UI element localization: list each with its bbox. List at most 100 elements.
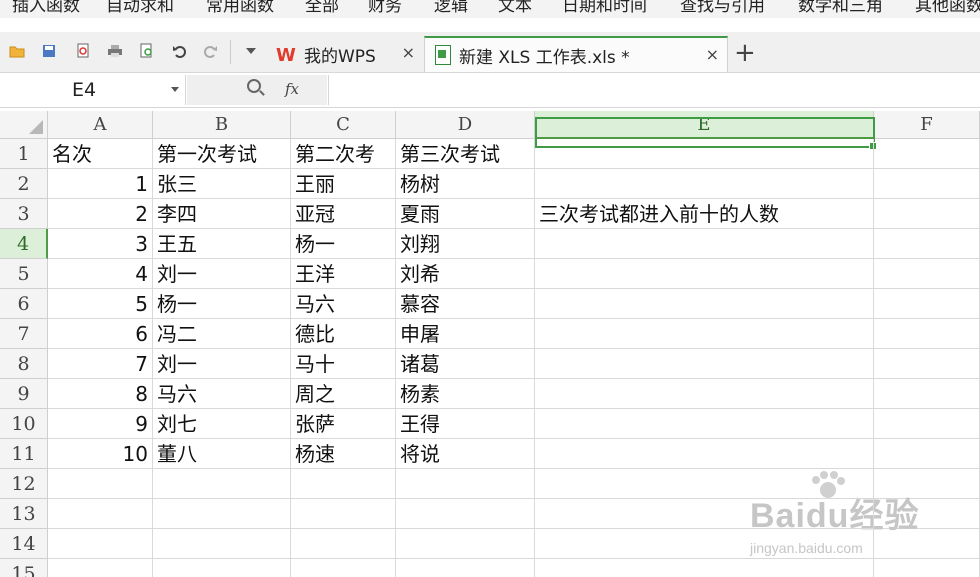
cell-a9[interactable]: 8 — [48, 379, 153, 409]
cell-e9[interactable] — [535, 379, 874, 409]
cell-f9[interactable] — [874, 379, 980, 409]
cell-e15[interactable] — [535, 559, 874, 577]
print-icon[interactable] — [106, 42, 124, 60]
cell-f1[interactable] — [874, 139, 980, 169]
cell-d14[interactable] — [396, 529, 535, 559]
cell-b6[interactable]: 杨一 — [153, 289, 291, 319]
tab-workbook[interactable]: 新建 XLS 工作表.xls * × — [424, 36, 728, 72]
cell-f6[interactable] — [874, 289, 980, 319]
cell-f5[interactable] — [874, 259, 980, 289]
cell-c8[interactable]: 马十 — [291, 349, 396, 379]
row-header-6[interactable]: 6 — [0, 289, 48, 319]
cell-d10[interactable]: 王得 — [396, 409, 535, 439]
row-header-14[interactable]: 14 — [0, 529, 48, 559]
cell-f14[interactable] — [874, 529, 980, 559]
cell-e6[interactable] — [535, 289, 874, 319]
cell-c14[interactable] — [291, 529, 396, 559]
cell-d12[interactable] — [396, 469, 535, 499]
cell-c13[interactable] — [291, 499, 396, 529]
row-header-5[interactable]: 5 — [0, 259, 48, 289]
ribbon-all[interactable]: 全部 — [305, 0, 339, 16]
close-icon[interactable]: × — [706, 45, 719, 64]
cell-d3[interactable]: 夏雨 — [396, 199, 535, 229]
ribbon-lookup-reference[interactable]: 查找与引用 — [680, 0, 765, 16]
cell-e8[interactable] — [535, 349, 874, 379]
cell-f2[interactable] — [874, 169, 980, 199]
cell-d8[interactable]: 诸葛 — [396, 349, 535, 379]
column-header-b[interactable]: B — [153, 111, 291, 139]
ribbon-insert-function[interactable]: 插入函数 — [12, 0, 80, 16]
cell-e12[interactable] — [535, 469, 874, 499]
undo-icon[interactable] — [170, 42, 188, 60]
open-folder-icon[interactable] — [8, 42, 26, 60]
cell-f7[interactable] — [874, 319, 980, 349]
cell-a15[interactable] — [48, 559, 153, 577]
cell-b9[interactable]: 马六 — [153, 379, 291, 409]
cell-b4[interactable]: 王五 — [153, 229, 291, 259]
ribbon-autosum[interactable]: 自动求和 — [106, 0, 174, 16]
cell-c4[interactable]: 杨一 — [291, 229, 396, 259]
cell-c7[interactable]: 德比 — [291, 319, 396, 349]
cell-d15[interactable] — [396, 559, 535, 577]
column-header-f[interactable]: F — [874, 111, 980, 139]
print-preview-icon[interactable] — [138, 42, 156, 60]
export-pdf-icon[interactable] — [74, 42, 92, 60]
ribbon-text[interactable]: 文本 — [498, 0, 532, 16]
cell-b12[interactable] — [153, 469, 291, 499]
cell-a12[interactable] — [48, 469, 153, 499]
cell-f10[interactable] — [874, 409, 980, 439]
row-header-3[interactable]: 3 — [0, 199, 48, 229]
redo-icon[interactable] — [202, 42, 220, 60]
cell-f11[interactable] — [874, 439, 980, 469]
cell-b13[interactable] — [153, 499, 291, 529]
row-header-13[interactable]: 13 — [0, 499, 48, 529]
cell-d6[interactable]: 慕容 — [396, 289, 535, 319]
formula-input[interactable] — [328, 75, 980, 105]
insert-function-icon[interactable]: fx — [285, 80, 299, 98]
cell-e14[interactable] — [535, 529, 874, 559]
chevron-down-icon[interactable] — [171, 87, 179, 92]
ribbon-math-trig[interactable]: 数学和三角 — [798, 0, 883, 16]
row-header-1[interactable]: 1 — [0, 139, 48, 169]
cell-e2[interactable] — [535, 169, 874, 199]
cell-a3[interactable]: 2 — [48, 199, 153, 229]
row-header-12[interactable]: 12 — [0, 469, 48, 499]
row-header-9[interactable]: 9 — [0, 379, 48, 409]
cell-f12[interactable] — [874, 469, 980, 499]
cell-e3[interactable]: 三次考试都进入前十的人数 — [535, 199, 874, 229]
cell-a5[interactable]: 4 — [48, 259, 153, 289]
column-header-a[interactable]: A — [48, 111, 153, 139]
ribbon-common-functions[interactable]: 常用函数 — [206, 0, 274, 16]
row-header-4[interactable]: 4 — [0, 229, 48, 259]
cell-a7[interactable]: 6 — [48, 319, 153, 349]
row-header-10[interactable]: 10 — [0, 409, 48, 439]
cell-b14[interactable] — [153, 529, 291, 559]
cell-a10[interactable]: 9 — [48, 409, 153, 439]
cell-e4[interactable] — [535, 229, 874, 259]
cell-e10[interactable] — [535, 409, 874, 439]
cell-b11[interactable]: 董八 — [153, 439, 291, 469]
cell-b10[interactable]: 刘七 — [153, 409, 291, 439]
cell-d5[interactable]: 刘希 — [396, 259, 535, 289]
cell-c6[interactable]: 马六 — [291, 289, 396, 319]
cell-b1[interactable]: 第一次考试 — [153, 139, 291, 169]
row-header-2[interactable]: 2 — [0, 169, 48, 199]
cell-d4[interactable]: 刘翔 — [396, 229, 535, 259]
cell-b3[interactable]: 李四 — [153, 199, 291, 229]
cell-c15[interactable] — [291, 559, 396, 577]
cell-b5[interactable]: 刘一 — [153, 259, 291, 289]
cell-c2[interactable]: 王丽 — [291, 169, 396, 199]
cell-c5[interactable]: 王洋 — [291, 259, 396, 289]
cell-c3[interactable]: 亚冠 — [291, 199, 396, 229]
close-icon[interactable]: × — [402, 43, 415, 62]
row-header-7[interactable]: 7 — [0, 319, 48, 349]
cell-e11[interactable] — [535, 439, 874, 469]
row-header-8[interactable]: 8 — [0, 349, 48, 379]
cell-b7[interactable]: 冯二 — [153, 319, 291, 349]
cell-d7[interactable]: 申屠 — [396, 319, 535, 349]
row-header-15[interactable]: 15 — [0, 559, 48, 577]
cell-e5[interactable] — [535, 259, 874, 289]
cell-a8[interactable]: 7 — [48, 349, 153, 379]
ribbon-date-time[interactable]: 日期和时间 — [562, 0, 647, 16]
tab-my-wps[interactable]: W 我的WPS × — [268, 36, 423, 72]
